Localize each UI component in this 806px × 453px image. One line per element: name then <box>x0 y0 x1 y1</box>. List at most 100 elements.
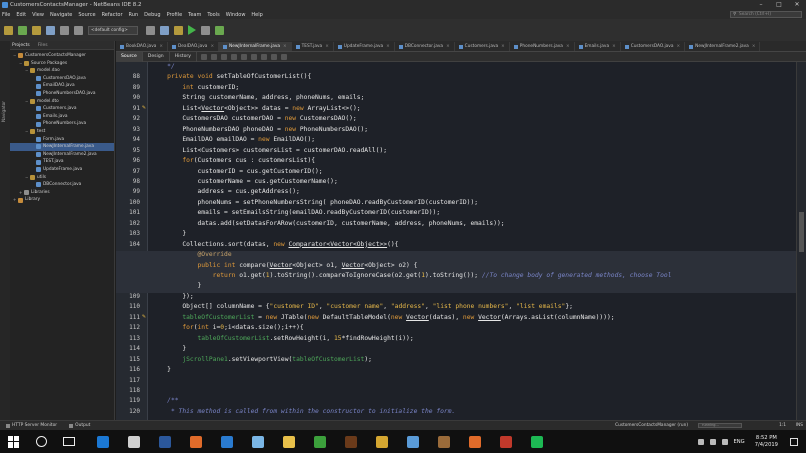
tree-node[interactable]: − Source Packages <box>10 60 114 68</box>
code-line[interactable]: for(Customers cus : customersList){ <box>152 157 315 167</box>
tree-node[interactable]: Emails.java <box>10 113 114 121</box>
subtab-source[interactable]: Source <box>116 51 143 62</box>
tree-node[interactable]: Customers.java <box>10 105 114 113</box>
editor-tab[interactable]: DBConnector.java × <box>395 42 455 51</box>
code-line[interactable]: datas.add(setDatasForARow(customerID, cu… <box>152 220 504 230</box>
close-tab-icon[interactable]: × <box>446 42 450 51</box>
debug-icon[interactable] <box>201 25 210 35</box>
tree-node[interactable]: Form.java <box>10 136 114 144</box>
tree-node[interactable]: − model.dao <box>10 67 114 75</box>
tab-projects[interactable]: Projects <box>12 43 30 48</box>
task-view-icon[interactable] <box>63 437 75 446</box>
close-tab-icon[interactable]: × <box>159 42 163 51</box>
open-project-icon[interactable] <box>32 25 41 35</box>
menu-window[interactable]: Window <box>226 12 246 18</box>
tree-node[interactable]: EmailDAO.java <box>10 82 114 90</box>
close-button[interactable]: ✕ <box>788 0 806 10</box>
progress-bar[interactable]: running... <box>698 423 742 428</box>
code-line[interactable]: address = cus.getAddress(); <box>152 188 299 198</box>
shift-right-icon[interactable] <box>251 53 257 60</box>
http-monitor-tab[interactable]: HTTP Server Monitor <box>6 423 57 428</box>
code-line[interactable]: List<Customers> customersList = customer… <box>152 147 387 157</box>
volume-icon[interactable] <box>721 438 728 445</box>
notification-icon[interactable] <box>790 437 798 446</box>
code-line[interactable]: public int compare(Vector<Object> o1, Ve… <box>116 261 796 272</box>
code-line[interactable]: Object[] columnName = {"customer ID", "c… <box>152 303 573 313</box>
menu-run[interactable]: Run <box>129 12 139 18</box>
navigator-tab[interactable]: Navigator <box>2 101 7 122</box>
chevron-up-icon[interactable] <box>697 438 704 445</box>
close-tab-icon[interactable]: × <box>283 42 287 51</box>
menu-edit[interactable]: Edit <box>16 12 26 18</box>
save-all-icon[interactable] <box>46 25 55 35</box>
tree-node[interactable]: PhoneNumbers.java <box>10 120 114 128</box>
search-input[interactable]: ⚲ Search (Ctrl+I) <box>730 11 802 18</box>
clock[interactable]: 8:52 PM 7/4/2019 <box>755 435 778 449</box>
close-tab-icon[interactable]: × <box>566 42 570 51</box>
chrome-icon[interactable] <box>376 435 388 448</box>
code-line[interactable]: List<Vector<Object>> datas = new ArrayLi… <box>152 105 360 115</box>
editor-tab[interactable]: UpdateFrame.java × <box>334 42 395 51</box>
tree-node[interactable]: NewJInternalFrame2.java <box>10 151 114 159</box>
xampp-icon[interactable] <box>469 435 481 448</box>
filezilla-icon[interactable] <box>500 435 512 448</box>
edge-icon[interactable] <box>97 435 109 448</box>
close-tab-icon[interactable]: × <box>612 42 616 51</box>
menu-file[interactable]: File <box>2 12 10 18</box>
editor-tab[interactable]: Emails.java × <box>575 42 621 51</box>
gutter-annotation-icon[interactable]: ✎ <box>141 314 147 320</box>
clean-build-icon[interactable] <box>174 25 183 35</box>
menu-debug[interactable]: Debug <box>144 12 160 18</box>
close-tab-icon[interactable]: × <box>210 42 214 51</box>
code-line[interactable]: */ <box>152 63 175 73</box>
windows-start-icon[interactable] <box>8 435 20 448</box>
uncomment-icon[interactable] <box>271 53 277 60</box>
menu-help[interactable]: Help <box>251 12 262 18</box>
code-line[interactable]: private void setTableOfCustomerList(){ <box>152 73 311 83</box>
tab-files[interactable]: Files <box>38 43 48 48</box>
code-line[interactable]: tableOfCustomerList.setRowHeight(i, 15*f… <box>152 335 414 345</box>
tree-node[interactable]: CustomersDAO.java <box>10 75 114 83</box>
menu-view[interactable]: View <box>32 12 44 18</box>
editor-tab[interactable]: PhoneNumbers.java × <box>510 42 575 51</box>
code-line[interactable]: PhoneNumbersDAO phoneDAO = new PhoneNumb… <box>152 126 368 136</box>
subtab-design[interactable]: Design <box>143 51 170 62</box>
code-line[interactable]: } <box>152 366 171 376</box>
minimize-button[interactable]: – <box>752 0 770 10</box>
word-icon[interactable] <box>159 435 171 448</box>
editor-tab[interactable]: BookDAO.java × <box>116 42 168 51</box>
code-line[interactable]: customerName = cus.getCustomerName(); <box>152 178 337 188</box>
code-line[interactable]: }); <box>152 293 193 303</box>
tree-node[interactable]: + Library <box>10 196 114 204</box>
network-icon[interactable] <box>709 438 716 445</box>
code-line[interactable]: Collections.sort(datas, new Comparator<V… <box>152 241 398 251</box>
tree-node[interactable]: DBConnector.java <box>10 181 114 189</box>
tree-node[interactable]: PhoneNumbersDAO.java <box>10 90 114 98</box>
editor-tab[interactable]: DealDAO.java × <box>168 42 220 51</box>
shift-left-icon[interactable] <box>241 53 247 60</box>
macro-icon[interactable] <box>281 53 287 60</box>
code-line[interactable]: for(int i=0;i<datas.size();i++){ <box>152 324 303 334</box>
editor-tab[interactable]: NewJInternalFrame.java × <box>219 42 292 51</box>
menu-refactor[interactable]: Refactor <box>102 12 123 18</box>
back-icon[interactable] <box>201 53 207 60</box>
code-line[interactable]: } <box>152 230 186 240</box>
new-project-icon[interactable] <box>4 25 13 35</box>
tree-node[interactable]: − test <box>10 128 114 136</box>
code-line[interactable]: CustomersDAO customerDAO = new Customers… <box>152 115 356 125</box>
config-select[interactable]: <default config> <box>88 25 138 35</box>
editor-tab[interactable]: NewJInternalFrame2.java × <box>685 42 761 51</box>
close-tab-icon[interactable]: × <box>386 42 390 51</box>
code-line[interactable]: int customerID; <box>152 84 239 94</box>
vscode-icon[interactable] <box>221 435 233 448</box>
scrollbar-thumb[interactable] <box>799 212 804 252</box>
code-line[interactable]: String customerName, address, phoneNums,… <box>152 94 364 104</box>
close-tab-icon[interactable]: × <box>501 42 505 51</box>
comment-icon[interactable] <box>261 53 267 60</box>
code-line[interactable]: @Override <box>116 251 796 262</box>
profile-icon[interactable] <box>215 25 224 35</box>
dreamweaver-icon[interactable] <box>314 435 326 448</box>
illustrator-icon[interactable] <box>345 435 357 448</box>
code-line[interactable]: * This method is called from within the … <box>152 408 455 418</box>
tree-node[interactable]: TEST.java <box>10 158 114 166</box>
